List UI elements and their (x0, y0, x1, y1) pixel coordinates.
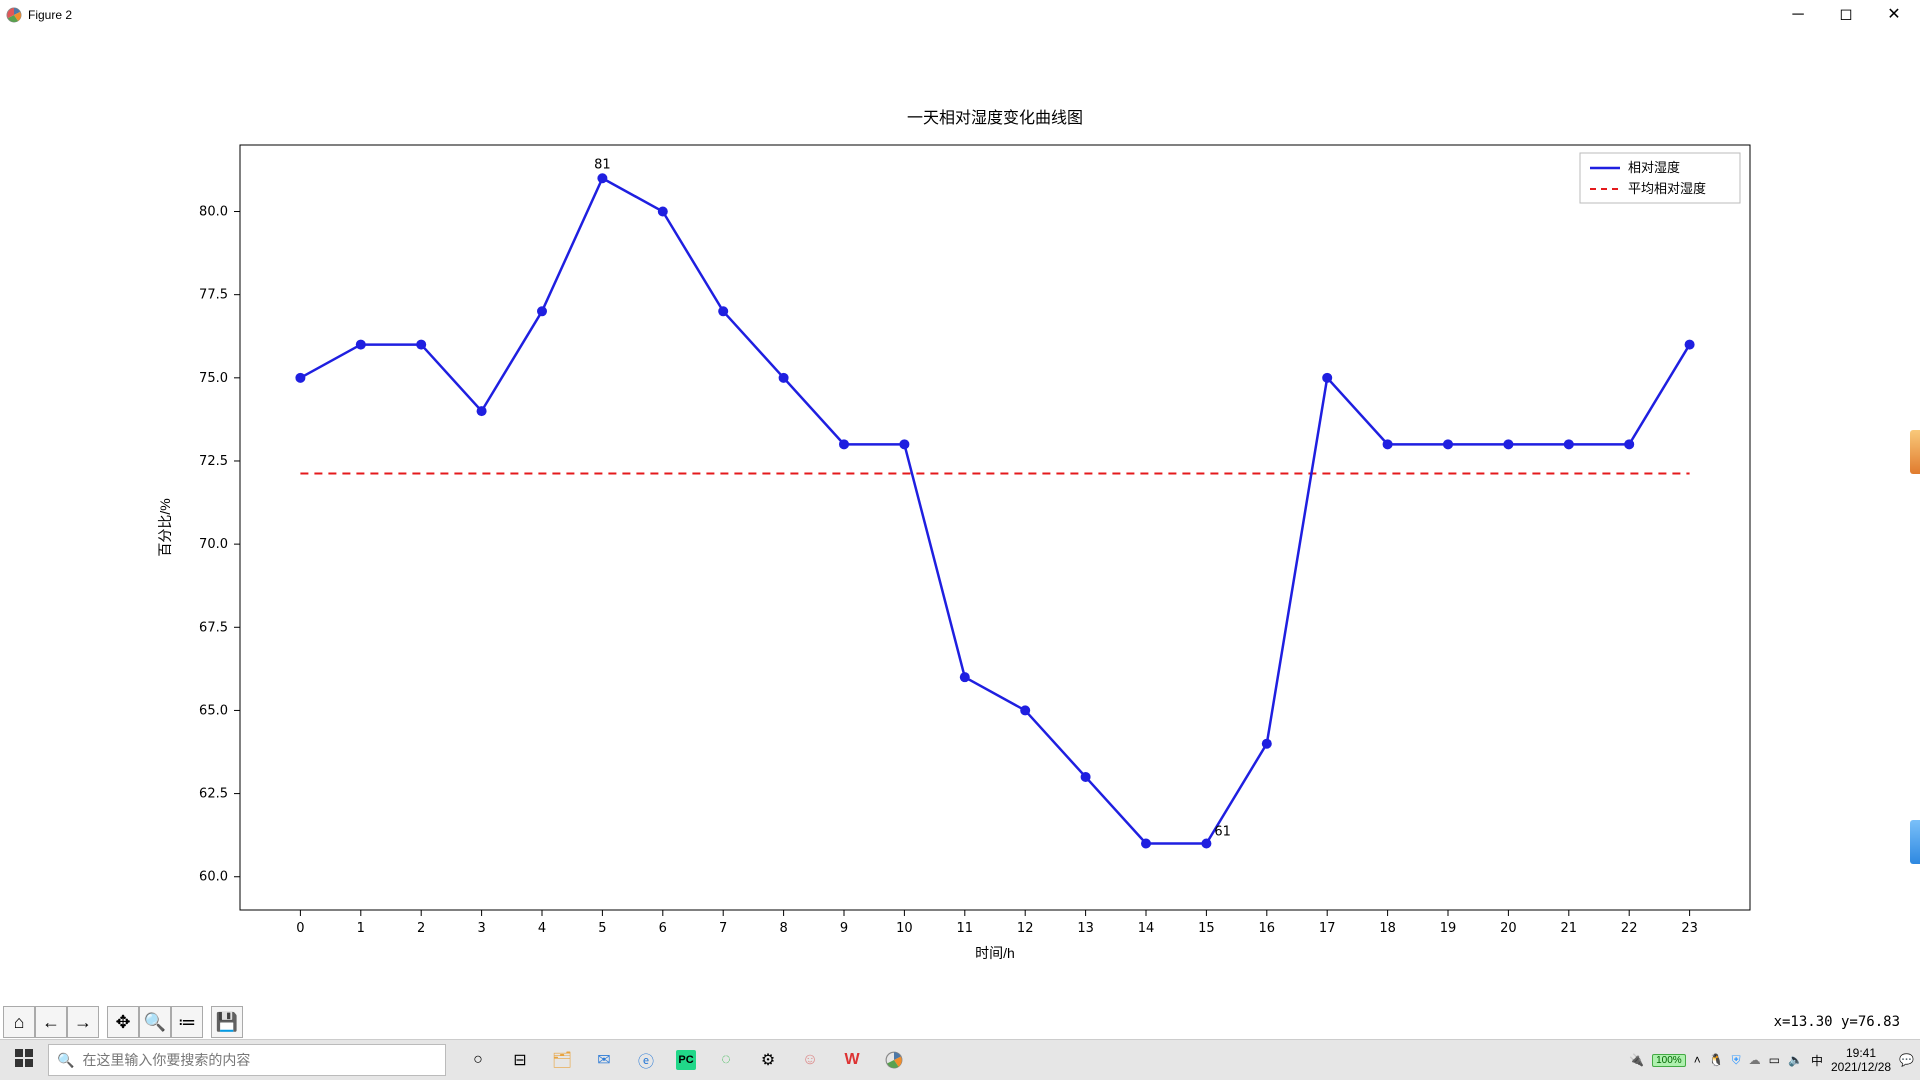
svg-text:80.0: 80.0 (199, 205, 228, 220)
taskbar-pinned-apps: ○ ⊟ 🗂 ✉ ⓔ PC ◌ ⚙ ☺ W (466, 1048, 906, 1072)
security-tray-icon[interactable]: ⛨ (1732, 1053, 1741, 1068)
forward-icon: → (74, 1012, 92, 1033)
window-title: Figure 2 (28, 8, 72, 22)
svg-text:18: 18 (1379, 921, 1396, 936)
search-placeholder: 在这里输入你要搜索的内容 (82, 1050, 250, 1070)
edge-icon[interactable]: ⓔ (634, 1048, 658, 1072)
side-tab-blue[interactable] (1910, 820, 1920, 864)
svg-text:72.5: 72.5 (199, 454, 228, 469)
wps-icon[interactable]: W (840, 1048, 864, 1072)
task-view-icon[interactable]: ○ (466, 1048, 490, 1072)
svg-text:5: 5 (598, 921, 606, 936)
close-button[interactable]: ✕ (1884, 7, 1904, 23)
search-icon: 🔍 (57, 1052, 74, 1069)
windows-logo-icon (15, 1049, 33, 1067)
file-explorer-icon[interactable]: 🗂 (550, 1048, 574, 1072)
taskbar-date: 2021/12/28 (1831, 1060, 1891, 1074)
svg-text:2: 2 (417, 921, 425, 936)
svg-text:9: 9 (840, 921, 848, 936)
settings-icon[interactable]: ⚙ (756, 1048, 780, 1072)
pan-icon: ✥ (115, 1012, 130, 1033)
save-button[interactable]: 💾 (211, 1006, 243, 1038)
svg-text:19: 19 (1440, 921, 1457, 936)
cortana-icon[interactable]: ⊟ (508, 1048, 532, 1072)
start-button[interactable] (0, 1049, 48, 1072)
svg-text:14: 14 (1138, 921, 1155, 936)
system-tray: 🔌 100% ˄ 🐧 ⛨ ☁ ▭ 🔈 中 19:41 2021/12/28 💬 (1629, 1046, 1920, 1074)
cursor-coordinates: x=13.30 y=76.83 (1774, 1014, 1900, 1030)
svg-text:62.5: 62.5 (199, 787, 228, 802)
pan-button[interactable]: ✥ (107, 1006, 139, 1038)
svg-text:百分比/%: 百分比/% (157, 498, 173, 556)
svg-text:65.0: 65.0 (199, 703, 228, 718)
mpl-nav-toolbar: ⌂ ← → ✥ 🔍 ≔ 💾 (3, 1004, 243, 1040)
zoom-button[interactable]: 🔍 (139, 1006, 171, 1038)
svg-text:10: 10 (896, 921, 913, 936)
windows-taskbar: 🔍 在这里输入你要搜索的内容 ○ ⊟ 🗂 ✉ ⓔ PC ◌ ⚙ ☺ W (0, 1039, 1920, 1080)
svg-text:一天相对湿度变化曲线图: 一天相对湿度变化曲线图 (907, 109, 1083, 127)
svg-text:7: 7 (719, 921, 727, 936)
side-tab-orange[interactable] (1910, 430, 1920, 474)
network-tray-icon[interactable]: ▭ (1769, 1053, 1780, 1067)
svg-text:8: 8 (779, 921, 787, 936)
tray-chevron-icon[interactable]: ˄ (1694, 1053, 1701, 1067)
notifications-tray-icon[interactable]: 💬 (1899, 1053, 1914, 1067)
configure-icon: ≔ (178, 1012, 196, 1033)
taskbar-search[interactable]: 🔍 在这里输入你要搜索的内容 (48, 1044, 446, 1076)
configure-button[interactable]: ≔ (171, 1006, 203, 1038)
ime-indicator[interactable]: 中 (1811, 1052, 1823, 1069)
svg-text:17: 17 (1319, 921, 1336, 936)
svg-text:12: 12 (1017, 921, 1034, 936)
save-icon: 💾 (216, 1012, 238, 1033)
svg-text:60.0: 60.0 (199, 870, 228, 885)
svg-text:13: 13 (1077, 921, 1094, 936)
volume-tray-icon[interactable]: 🔈 (1788, 1053, 1803, 1067)
forward-button[interactable]: → (67, 1006, 99, 1038)
mail-icon[interactable]: ✉ (592, 1048, 616, 1072)
svg-text:1: 1 (357, 921, 365, 936)
maximize-button[interactable]: ◻ (1836, 7, 1856, 23)
qq-tray-icon[interactable]: 🐧 (1709, 1053, 1724, 1067)
svg-text:4: 4 (538, 921, 546, 936)
matplotlib-window: Figure 2 ─ ◻ ✕ 60.0 62.5 65.0 67.5 70.0 72.5 7… (0, 0, 1920, 1080)
onedrive-tray-icon[interactable]: ☁ (1749, 1053, 1761, 1067)
svg-text:75.0: 75.0 (199, 371, 228, 386)
back-button[interactable]: ← (35, 1006, 67, 1038)
battery-indicator[interactable]: 100% (1652, 1054, 1686, 1067)
home-icon: ⌂ (14, 1012, 25, 1033)
svg-text:0: 0 (296, 921, 304, 936)
taskbar-time: 19:41 (1831, 1046, 1891, 1060)
pycharm-icon[interactable]: PC (676, 1050, 696, 1070)
svg-text:23: 23 (1681, 921, 1698, 936)
svg-text:11: 11 (957, 921, 974, 936)
home-button[interactable]: ⌂ (3, 1006, 35, 1038)
svg-text:70.0: 70.0 (199, 537, 228, 552)
svg-text:61: 61 (1214, 824, 1231, 839)
svg-text:67.5: 67.5 (199, 620, 228, 635)
svg-text:16: 16 (1259, 921, 1276, 936)
svg-text:21: 21 (1561, 921, 1578, 936)
mpl-taskbar-icon[interactable] (882, 1048, 906, 1072)
back-icon: ← (42, 1012, 60, 1033)
titlebar: Figure 2 ─ ◻ ✕ (0, 0, 1920, 30)
svg-text:3: 3 (477, 921, 485, 936)
svg-text:平均相对湿度: 平均相对湿度 (1628, 181, 1706, 196)
svg-text:22: 22 (1621, 921, 1638, 936)
taskbar-clock[interactable]: 19:41 2021/12/28 (1831, 1046, 1891, 1074)
mpl-app-icon (6, 7, 22, 23)
svg-text:81: 81 (594, 157, 611, 172)
loading-icon[interactable]: ◌ (714, 1048, 738, 1072)
minimize-button[interactable]: ─ (1788, 7, 1808, 23)
app-icon-1[interactable]: ☺ (798, 1048, 822, 1072)
svg-text:15: 15 (1198, 921, 1215, 936)
power-icon[interactable]: 🔌 (1629, 1053, 1644, 1067)
svg-text:相对湿度: 相对湿度 (1628, 160, 1680, 175)
svg-text:6: 6 (659, 921, 667, 936)
svg-text:77.5: 77.5 (199, 288, 228, 303)
figure-canvas[interactable]: 60.062.565.067.570.072.575.077.580.00123… (0, 30, 1920, 1020)
zoom-icon: 🔍 (144, 1012, 166, 1033)
svg-text:时间/h: 时间/h (975, 945, 1015, 961)
svg-text:20: 20 (1500, 921, 1517, 936)
